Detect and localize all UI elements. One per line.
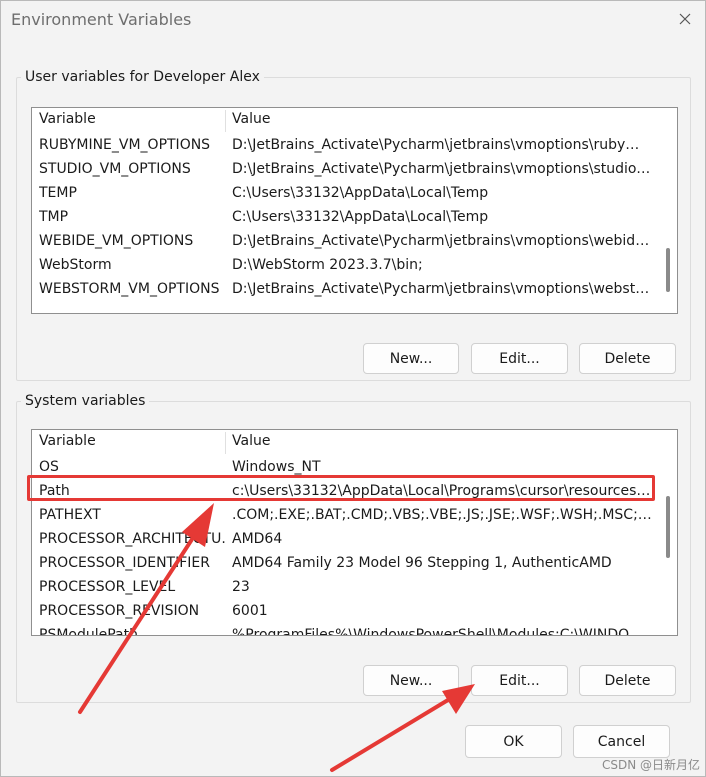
- arrow-to-edit-icon: [330, 684, 475, 772]
- arrow-to-path-icon: [78, 503, 214, 714]
- annotation-arrows: [78, 503, 475, 772]
- watermark: CSDN @日新月亿: [601, 758, 700, 772]
